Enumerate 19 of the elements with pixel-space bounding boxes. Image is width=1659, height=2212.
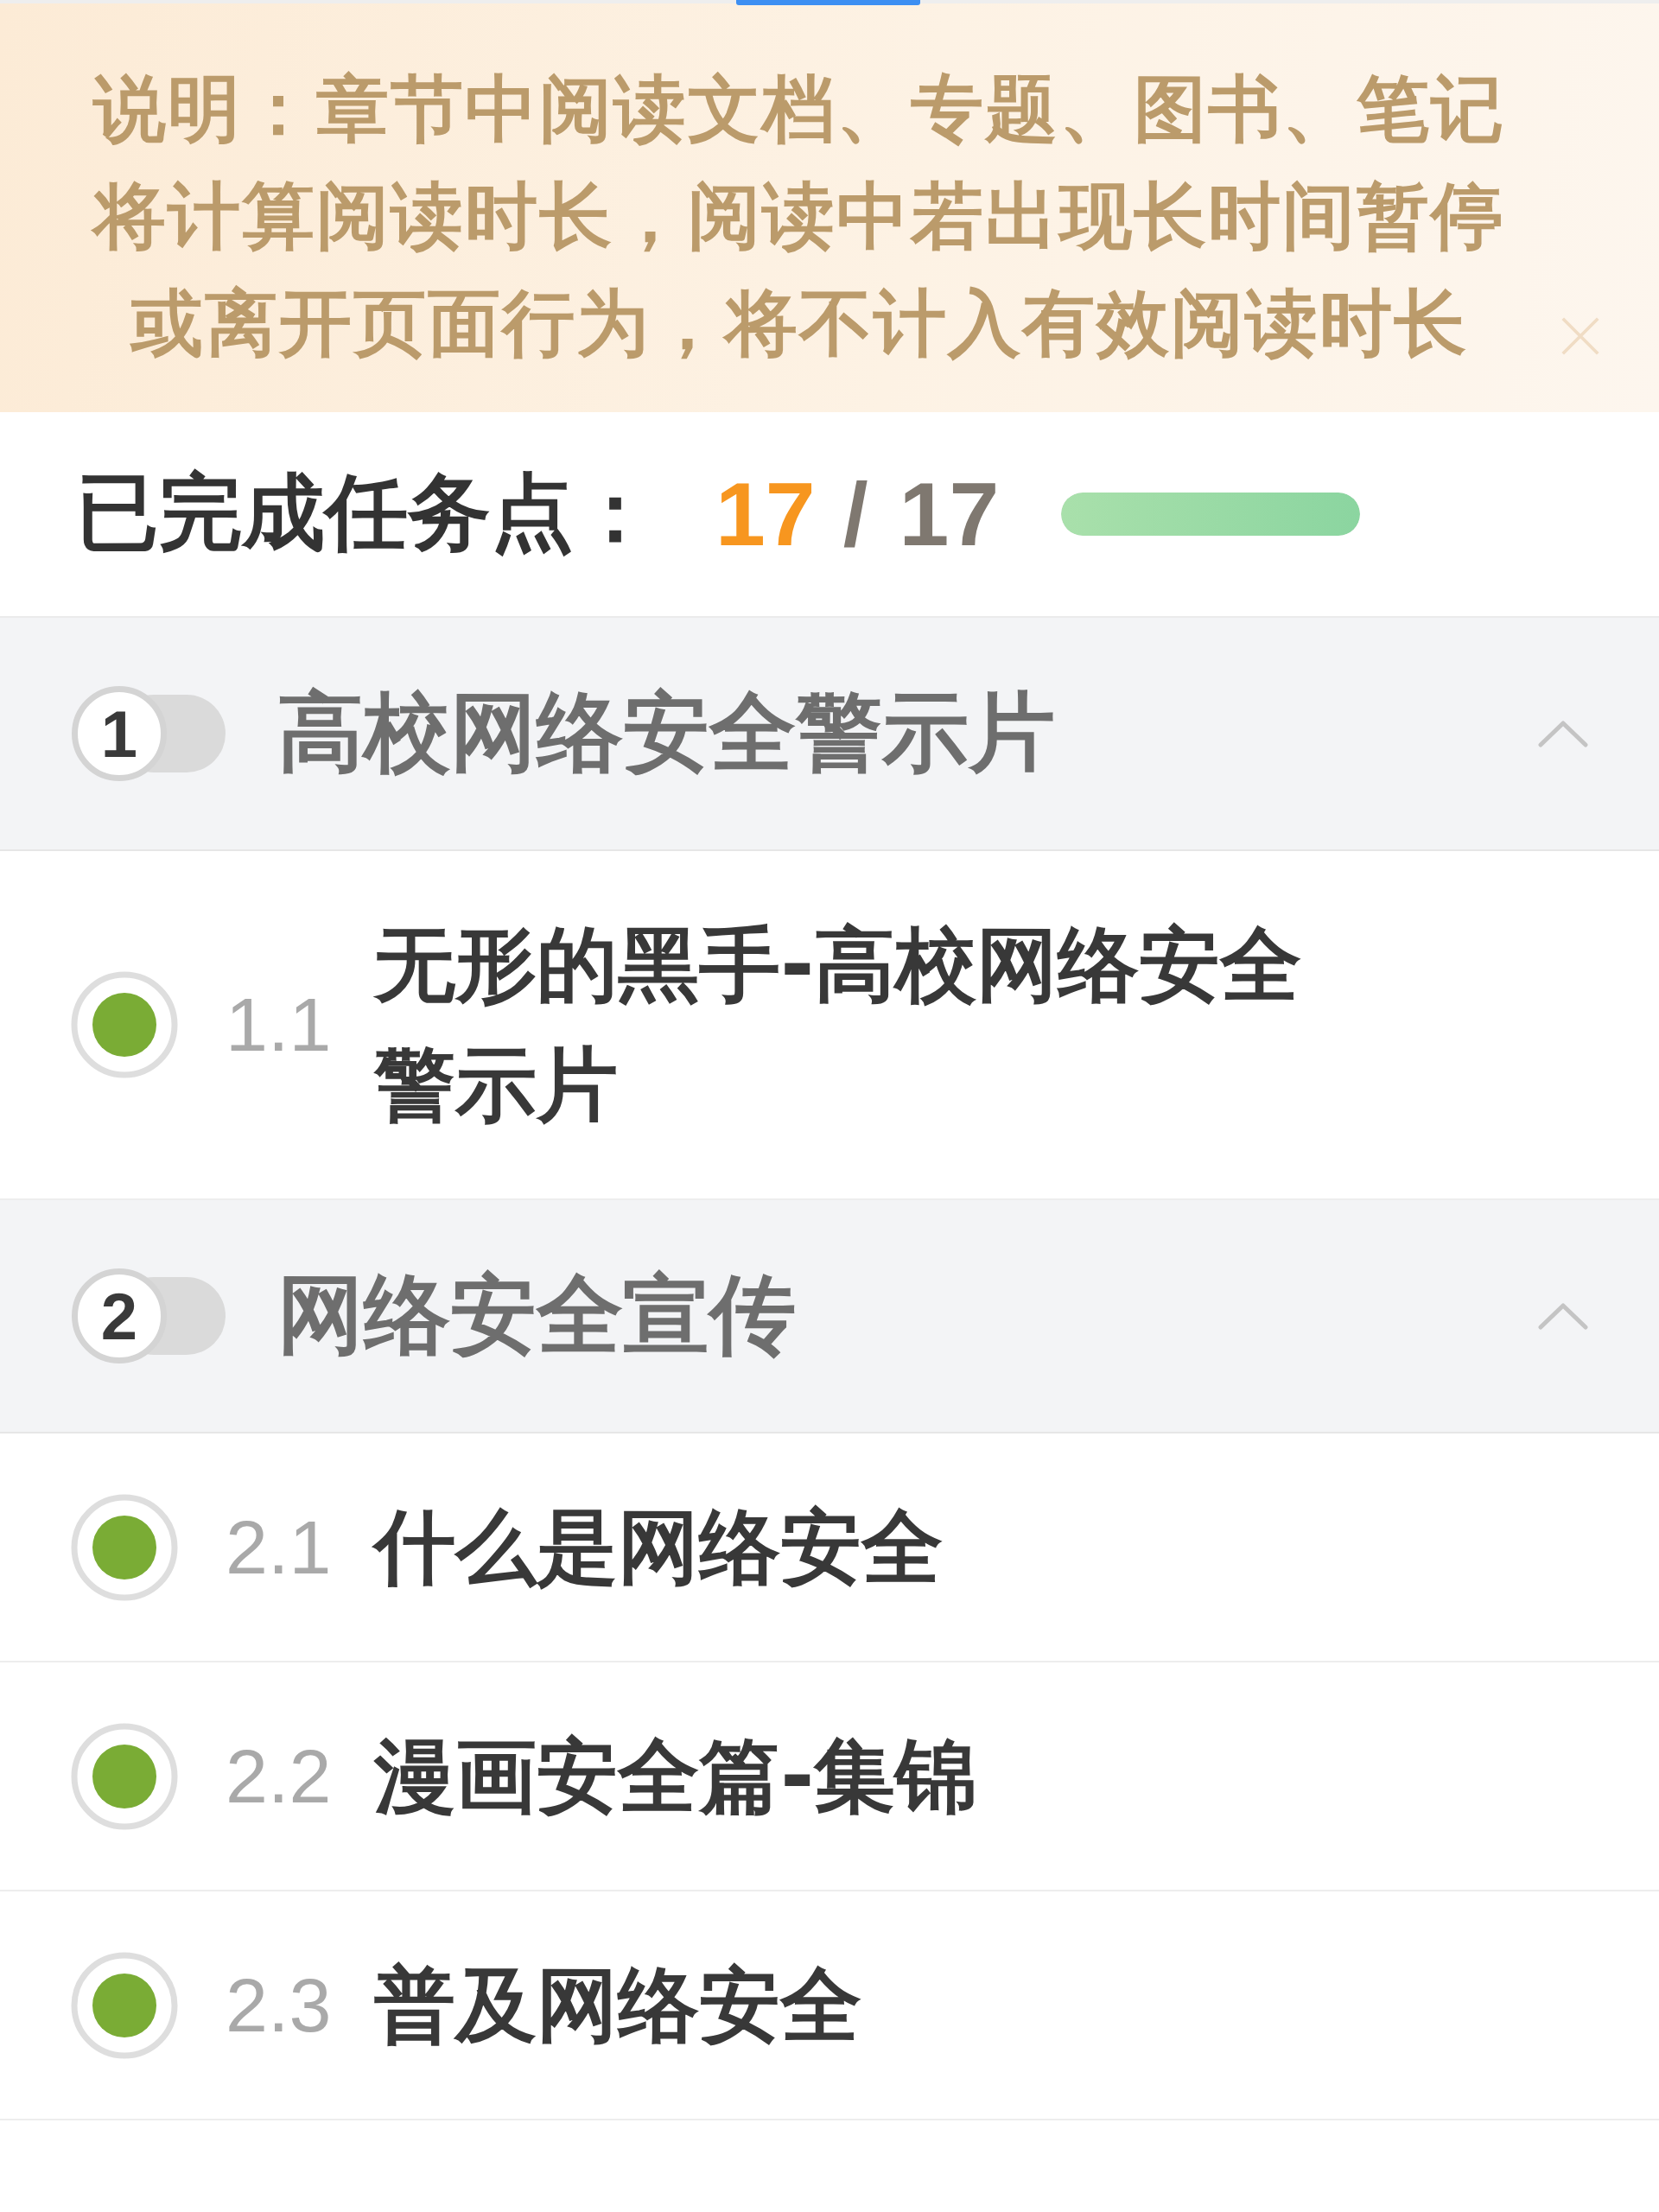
chapter-title: 网络安全宣传 [277, 1262, 797, 1367]
chevron-up-icon[interactable] [1538, 1302, 1588, 1330]
lesson-number: 2.1 [226, 1503, 332, 1592]
separator-text: / [842, 462, 868, 566]
chapter-title: 高校网络安全警示片 [277, 680, 1056, 785]
lesson-title[interactable]: 无形的黑手-高校网络安全警示片 [374, 905, 1343, 1145]
progress-label: 已完成任务点： [76, 463, 657, 563]
chapter-header[interactable]: 1 高校网络安全警示片 [0, 618, 1659, 851]
lesson-title[interactable]: 普及网络安全 [374, 1945, 862, 2065]
lesson-title[interactable]: 漫画安全篇-集锦 [374, 1716, 977, 1836]
lesson-number: 2.2 [226, 1732, 332, 1821]
lesson-number: 2.3 [226, 1961, 332, 2050]
chevron-up-icon[interactable] [1538, 720, 1588, 747]
total-count: 17 [899, 462, 1000, 566]
notice-text: 说明：章节中阅读文档、专题、图书、笔记将计算阅读时长，阅读中若出现长时间暂停或离开页面行为，将不计入有效阅读时长 [73, 55, 1525, 377]
chapter-header[interactable]: 2 网络安全宣传 [0, 1200, 1659, 1433]
lesson-number: 1.1 [226, 981, 332, 1069]
completed-count: 17 [715, 462, 816, 566]
close-icon[interactable] [1560, 316, 1600, 356]
